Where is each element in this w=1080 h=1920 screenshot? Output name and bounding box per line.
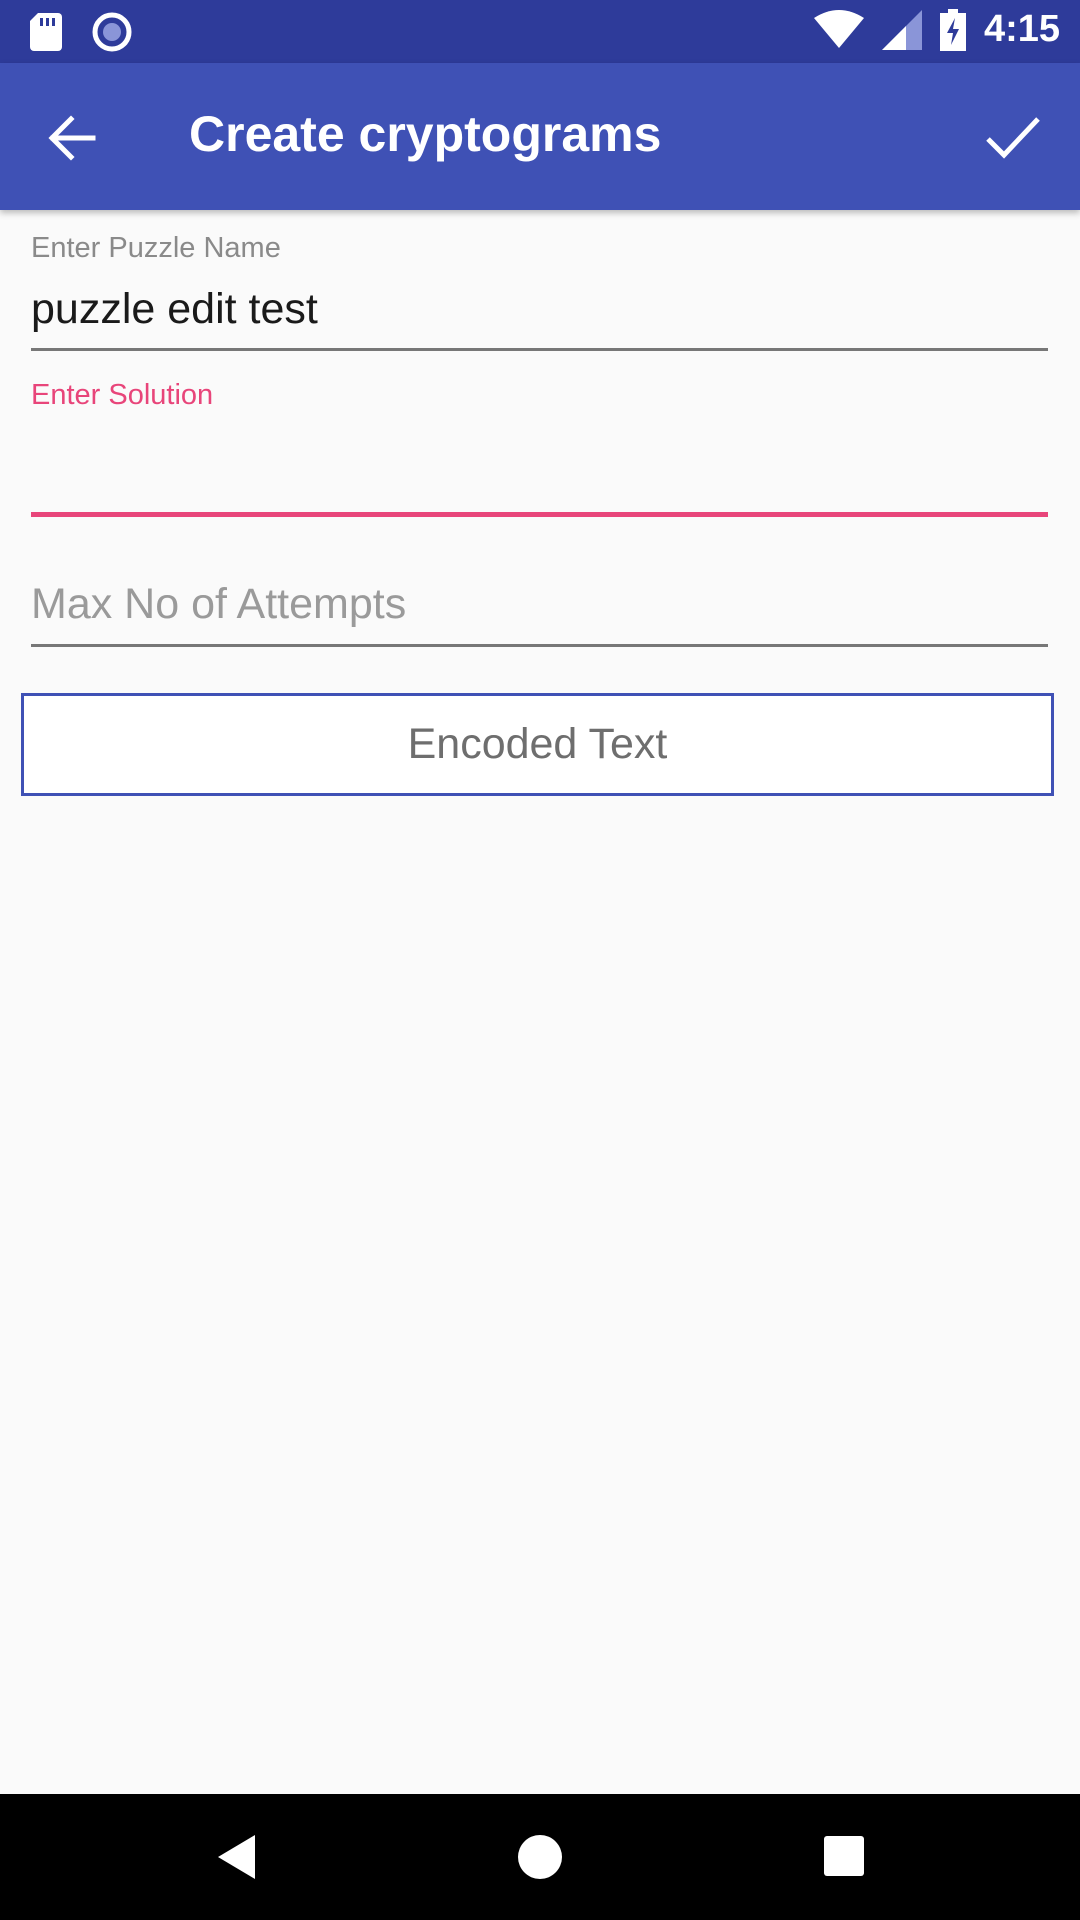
solution-underline	[31, 512, 1048, 517]
arrow-back-icon[interactable]	[45, 111, 99, 165]
back-triangle-icon[interactable]	[215, 1832, 265, 1882]
puzzle-name-input[interactable]: puzzle edit test	[31, 285, 1048, 337]
solution-input[interactable]	[31, 446, 1048, 498]
solution-label: Enter Solution	[31, 379, 214, 411]
wifi-icon	[813, 9, 864, 48]
puzzle-name-underline	[31, 348, 1048, 351]
app-bar: Create cryptograms	[0, 63, 1080, 210]
encoded-text-label: Encoded Text	[407, 720, 668, 768]
signal-icon	[881, 9, 922, 50]
sync-circle-icon	[92, 12, 132, 52]
check-icon[interactable]	[984, 111, 1042, 165]
puzzle-name-label: Enter Puzzle Name	[31, 232, 281, 264]
max-attempts-underline	[31, 644, 1048, 647]
max-attempts-input[interactable]: Max No of Attempts	[31, 580, 1048, 632]
home-circle-icon[interactable]	[515, 1832, 565, 1882]
page-title: Create cryptograms	[189, 106, 662, 162]
status-clock: 4:15	[983, 8, 1060, 50]
status-bar: 4:15	[0, 0, 1080, 63]
solution-field[interactable]: Enter Solution	[31, 379, 1048, 517]
sd-card-icon	[30, 13, 62, 51]
battery-charging-icon	[939, 8, 966, 51]
puzzle-name-field[interactable]: Enter Puzzle Name puzzle edit test	[31, 232, 1048, 351]
recents-square-icon[interactable]	[820, 1832, 870, 1882]
encoded-text-button[interactable]: Encoded Text	[21, 693, 1054, 796]
navigation-bar	[0, 1794, 1080, 1920]
max-attempts-field[interactable]: Max No of Attempts	[31, 580, 1048, 647]
